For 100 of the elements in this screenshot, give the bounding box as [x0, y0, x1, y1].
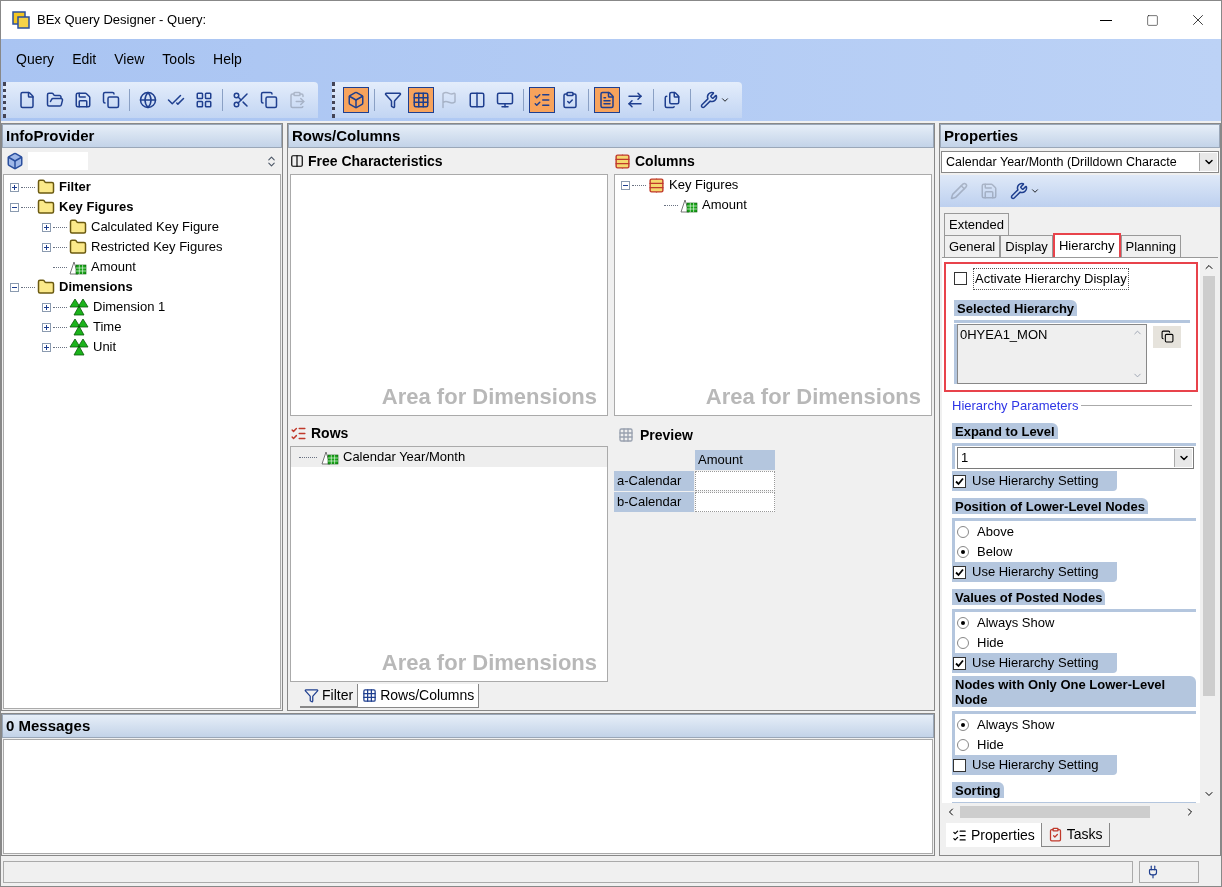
table-icon	[614, 152, 631, 170]
vertical-scrollbar[interactable]	[1200, 258, 1218, 803]
tab[interactable]: General	[944, 235, 1001, 257]
tab[interactable]: Display	[1000, 235, 1053, 257]
toolbar-button[interactable]	[408, 87, 434, 113]
menu-item[interactable]: Help	[204, 48, 251, 70]
tree-item[interactable]: Calculated Key Figure	[91, 217, 219, 237]
sort-arrows-icon[interactable]	[265, 154, 278, 168]
toolbar-button[interactable]	[594, 87, 620, 113]
level-dropdown[interactable]: 1	[957, 447, 1194, 469]
columns-icon	[468, 91, 486, 109]
pages-icon	[663, 91, 681, 109]
menu-item[interactable]: View	[105, 48, 154, 70]
radio-button[interactable]	[957, 546, 969, 558]
document-icon	[598, 91, 616, 109]
tab[interactable]: Hierarchy	[1052, 233, 1121, 257]
toolbar-button[interactable]	[343, 87, 369, 113]
tree-item[interactable]: Dimension 1	[93, 297, 166, 317]
checkbox[interactable]	[953, 565, 966, 579]
tree-item[interactable]: Key Figures	[59, 197, 134, 217]
tab[interactable]: Planning	[1120, 235, 1182, 257]
menu-item[interactable]: Query	[7, 48, 64, 70]
expand-icon[interactable]	[42, 242, 51, 252]
menu-item[interactable]: Edit	[63, 48, 106, 70]
app-icon	[11, 10, 31, 30]
folder-icon	[37, 278, 55, 296]
radio-button[interactable]	[957, 719, 969, 731]
clipboard-check-icon	[1047, 827, 1063, 842]
panel-header: Rows/Columns	[288, 124, 934, 148]
section-heading: Position of Lower-Level Nodes	[952, 498, 1148, 514]
object-dropdown[interactable]: Calendar Year/Month (Drilldown Characte	[941, 151, 1219, 173]
expand-icon[interactable]	[42, 302, 51, 312]
monitor-icon	[496, 91, 514, 109]
area-watermark: Area for Dimensions	[381, 649, 597, 677]
dimension-icon	[69, 318, 89, 336]
folder-icon	[69, 218, 87, 236]
table-icon	[362, 688, 378, 703]
expand-icon[interactable]	[42, 322, 51, 332]
column-header: Amount	[695, 450, 775, 470]
section-heading: Expand to Level	[952, 423, 1058, 439]
expand-icon[interactable]	[10, 182, 19, 192]
folder-icon	[69, 238, 87, 256]
tree-item[interactable]: Time	[93, 317, 122, 337]
checkbox-label: Use Hierarchy Setting	[972, 563, 1099, 582]
area-title: Preview	[640, 425, 693, 445]
globe-icon	[139, 91, 157, 109]
radio-button[interactable]	[957, 526, 969, 538]
scissors-icon	[232, 91, 250, 109]
grid-icon	[195, 91, 213, 109]
tree-item[interactable]: Restricted Key Figures	[91, 237, 223, 257]
tree-item[interactable]: Key Figures	[669, 175, 739, 195]
flag-icon	[440, 91, 458, 109]
radio-label: Below	[977, 543, 1013, 562]
funnel-icon	[304, 687, 319, 703]
checkbox[interactable]	[953, 474, 966, 488]
minimize-icon	[1100, 19, 1112, 21]
radio-button[interactable]	[957, 637, 969, 649]
checkbox[interactable]	[953, 758, 966, 772]
horizontal-scrollbar[interactable]	[942, 803, 1218, 821]
area-watermark: Area for Dimensions	[381, 383, 597, 411]
tree-item[interactable]: Filter	[59, 177, 91, 197]
select-hierarchy-button[interactable]	[1153, 325, 1181, 348]
radio-label: Hide	[977, 736, 1004, 755]
tab[interactable]: Extended	[944, 213, 1009, 235]
area-title: Free Characteristics	[308, 151, 443, 171]
section-heading: Nodes with Only One Lower-Level Node	[952, 676, 1196, 707]
section-heading: Selected Hierarchy	[954, 299, 1078, 316]
tab[interactable]: Properties	[946, 823, 1041, 847]
collapse-icon[interactable]	[10, 202, 19, 212]
tree-item[interactable]: Amount	[91, 257, 136, 277]
tab[interactable]: Rows/Columns	[357, 684, 480, 708]
row-item[interactable]: Calendar Year/Month	[291, 447, 607, 467]
tab[interactable]: Tasks	[1040, 823, 1110, 847]
menu-item[interactable]: Tools	[153, 48, 205, 70]
cube-icon	[347, 91, 365, 109]
radio-button[interactable]	[957, 617, 969, 629]
tree-item[interactable]: Unit	[93, 337, 117, 357]
tree-item[interactable]: Dimensions	[59, 277, 133, 297]
checkbox[interactable]	[954, 272, 967, 286]
radio-button[interactable]	[957, 739, 969, 751]
tree-item[interactable]: Amount	[702, 195, 747, 215]
funnel-icon	[384, 91, 402, 109]
panel-icon	[290, 154, 304, 168]
expand-icon[interactable]	[42, 222, 51, 232]
expand-icon[interactable]	[42, 342, 51, 352]
key-figure-icon	[321, 449, 339, 465]
caret-icon	[1030, 186, 1040, 196]
folder-icon	[37, 178, 55, 196]
collapse-icon[interactable]	[10, 282, 19, 292]
radio-label: Always Show	[977, 716, 1055, 735]
collapse-icon[interactable]	[621, 180, 630, 190]
cube-icon	[6, 152, 24, 170]
table-icon	[648, 176, 665, 194]
checkbox[interactable]	[953, 656, 966, 670]
pencil-icon	[950, 182, 968, 200]
clipboard-icon	[288, 91, 306, 109]
panel-header: 0 Messages	[2, 714, 934, 738]
window-title: BEx Query Designer - Query:	[37, 11, 207, 30]
radio-label: Hide	[977, 634, 1004, 653]
toolbar-button[interactable]	[529, 87, 555, 113]
